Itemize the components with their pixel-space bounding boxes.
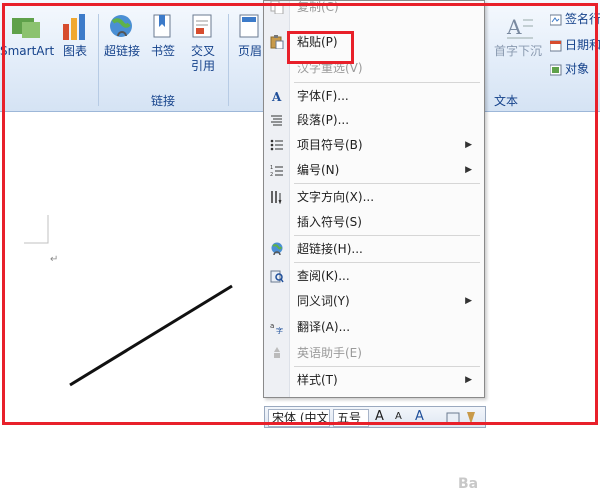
submenu-arrow-icon: ▶	[465, 296, 472, 306]
chart-button[interactable]: 图表	[58, 14, 92, 59]
svg-text:A: A	[271, 90, 282, 103]
lookup-icon	[270, 270, 284, 283]
ribbon-separator	[98, 14, 99, 106]
menu-item-english-assistant[interactable]: 英语助手(E)	[264, 341, 484, 365]
hyperlink-icon	[271, 242, 283, 256]
submenu-arrow-icon: ▶	[465, 375, 472, 385]
drop-cap-icon: A	[506, 15, 533, 39]
english-assistant-icon	[274, 347, 280, 358]
object-button[interactable]: 对象	[550, 60, 589, 77]
svg-text:a: a	[270, 322, 274, 330]
menu-separator	[294, 82, 480, 83]
bookmark-icon	[153, 14, 171, 38]
menu-item-translate[interactable]: a字 翻译(A)...	[264, 315, 484, 339]
header-icon	[239, 14, 259, 38]
translate-icon: a字	[270, 322, 283, 334]
bookmark-button[interactable]: 书签	[146, 14, 180, 59]
copy-icon	[270, 0, 284, 14]
menu-item-lookup[interactable]: 查阅(K)...	[264, 264, 484, 288]
datetime-button[interactable]: 日期和	[550, 36, 600, 53]
paste-icon	[270, 35, 284, 49]
line-shape	[69, 284, 233, 387]
format-painter-icon[interactable]	[445, 410, 481, 426]
menu-item-text-direction[interactable]: 文字方向(X)...	[264, 185, 484, 209]
menu-item-hyperlink[interactable]: 超链接(H)...	[264, 237, 484, 261]
menu-separator	[294, 366, 480, 367]
signature-line-button[interactable]: 签名行	[550, 10, 600, 27]
shrink-font-button[interactable]: A	[395, 408, 402, 426]
numbering-icon: 12	[270, 165, 283, 177]
submenu-arrow-icon: ▶	[465, 140, 472, 150]
links-group-label: 链接	[150, 94, 175, 108]
menu-item-styles[interactable]: 样式(T) ▶	[264, 368, 484, 392]
menu-item-copy[interactable]: 复制(C)	[264, 0, 484, 19]
cross-reference-button[interactable]: 交叉 引用	[184, 14, 222, 74]
grow-font-button[interactable]: A	[375, 408, 384, 426]
svg-text:1: 1	[270, 165, 273, 171]
font-name-dropdown[interactable]: 宋体 (中文	[268, 409, 330, 427]
menu-item-synonyms[interactable]: 同义词(Y) ▶	[264, 289, 484, 313]
bullets-icon	[270, 139, 283, 151]
signature-icon	[550, 14, 562, 25]
menu-item-bullets[interactable]: 项目符号(B) ▶	[264, 133, 484, 157]
font-icon: A	[271, 90, 282, 103]
hyperlink-button[interactable]: 超链接	[102, 14, 142, 59]
text-direction-icon	[271, 191, 282, 204]
smartart-button[interactable]: SmartArt	[0, 14, 54, 59]
object-icon	[550, 64, 562, 75]
menu-item-numbering[interactable]: 12 编号(N) ▶	[264, 158, 484, 182]
calendar-icon	[550, 40, 562, 51]
paragraph-mark-icon: ↵	[50, 254, 58, 265]
chart-icon	[63, 14, 85, 40]
font-color-button[interactable]: A	[415, 408, 424, 426]
cross-reference-icon	[192, 14, 212, 38]
paragraph-icon	[271, 115, 282, 126]
ribbon-separator	[228, 14, 229, 106]
font-size-dropdown[interactable]: 五号	[333, 409, 369, 427]
menu-separator	[294, 262, 480, 263]
drop-cap-button[interactable]: A 首字下沉	[488, 14, 548, 59]
menu-separator	[294, 183, 480, 184]
svg-text:2: 2	[270, 172, 273, 177]
menu-separator	[294, 235, 480, 236]
text-group-label: 文本	[493, 94, 518, 108]
svg-text:A: A	[506, 15, 522, 39]
header-button[interactable]: 页眉	[234, 14, 266, 59]
watermark: Ba	[458, 476, 479, 492]
smartart-icon	[12, 18, 40, 38]
submenu-arrow-icon: ▶	[465, 165, 472, 175]
paste-highlight-box	[287, 31, 354, 64]
globe-link-icon	[110, 15, 132, 37]
svg-text:字: 字	[276, 326, 283, 334]
margin-corner-mark	[24, 215, 49, 244]
mini-toolbar: 宋体 (中文 五号 A A A	[264, 406, 486, 428]
menu-item-insert-symbol[interactable]: 插入符号(S)	[264, 210, 484, 234]
menu-item-font[interactable]: A 字体(F)...	[264, 84, 484, 108]
menu-item-paragraph[interactable]: 段落(P)...	[264, 108, 484, 132]
